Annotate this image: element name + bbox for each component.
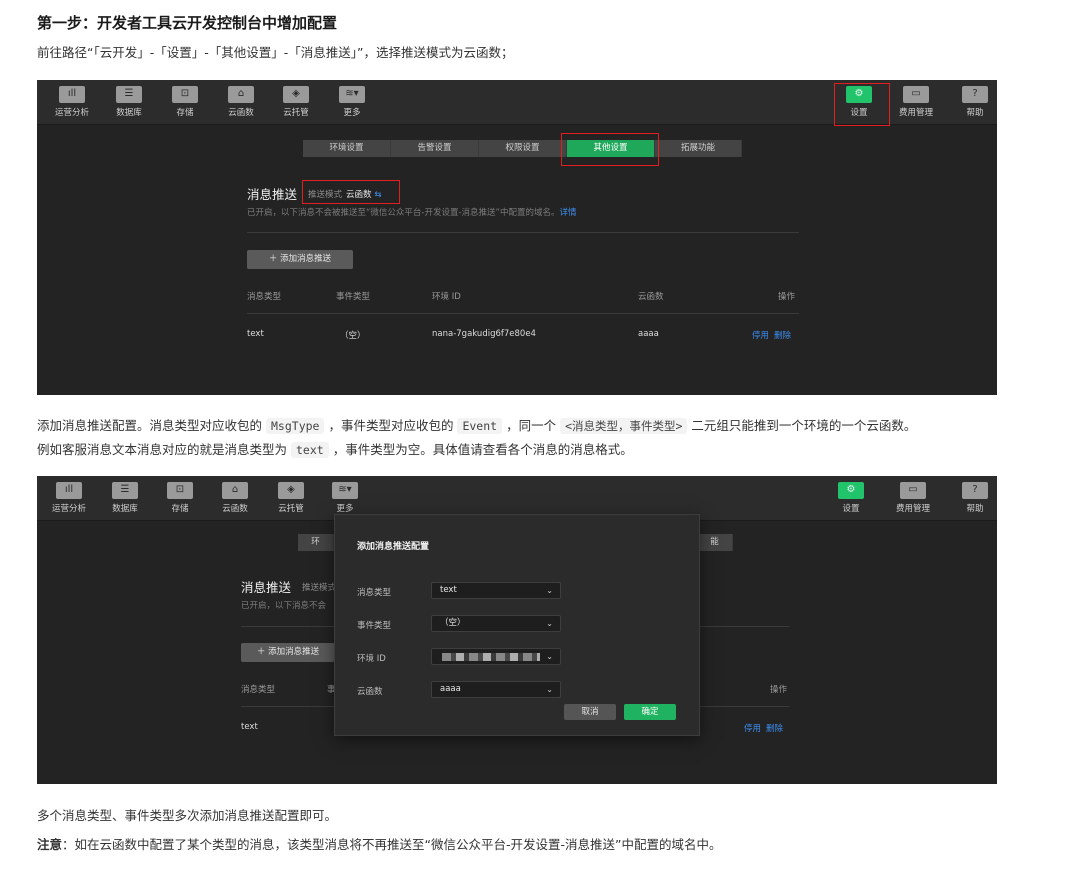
highlight-push-mode xyxy=(302,180,400,204)
nav-cloud-hosting[interactable]: ◈ 云托管 xyxy=(270,80,322,125)
row-actions: 停用 删除 xyxy=(747,329,791,341)
col-msg-type: 消息类型 xyxy=(241,685,276,695)
nav-settings[interactable]: ⚙ 设置 xyxy=(825,476,877,521)
chevron-down-icon: ⌄ xyxy=(546,619,553,628)
page-heading: 第一步：开发者工具云开发控制台中增加配置 xyxy=(37,14,338,32)
field-label-function: 云函数 xyxy=(357,687,383,697)
field-label-msg-type: 消息类型 xyxy=(357,588,392,598)
help-icon: ? xyxy=(962,86,988,103)
nav-database[interactable]: ☰ 数据库 xyxy=(103,80,155,125)
col-function: 云函数 xyxy=(638,292,664,302)
settings-tabs-right: 能 xyxy=(697,534,733,551)
nav-storage[interactable]: ⊡ 存储 xyxy=(154,476,206,521)
add-push-dialog: 添加消息推送配置 消息类型 text ⌄ 事件类型 （空） ⌄ 环境 ID ⌄ 云函… xyxy=(334,514,700,736)
chevron-down-icon: ⌄ xyxy=(546,652,553,661)
chart-icon: ıll xyxy=(59,86,85,103)
gear-icon: ⚙ xyxy=(838,482,864,499)
details-link[interactable]: 详情 xyxy=(559,208,576,218)
settings-tabs: 环 xyxy=(298,534,334,551)
col-msg-type: 消息类型 xyxy=(247,292,282,302)
nav-billing[interactable]: ▭ 费用管理 xyxy=(887,476,939,521)
tab-env[interactable]: 环 xyxy=(298,534,334,551)
cloud-function-icon: ⌂ xyxy=(222,482,248,499)
col-actions: 操作 xyxy=(778,292,796,302)
cell-function: aaaa xyxy=(638,329,659,339)
cancel-button[interactable]: 取消 xyxy=(564,704,616,720)
env-id-select[interactable]: ⌄ xyxy=(431,648,561,665)
section-title: 消息推送 xyxy=(241,580,292,595)
highlight-settings xyxy=(834,83,890,126)
layers-icon: ≋▾ xyxy=(332,482,358,499)
explain-line-2: 例如客服消息文本消息对应的就是消息类型为 text ，事件类型为空。具体值请查看… xyxy=(37,442,633,458)
console-settings-screen: ıll 运营分析 ☰ 数据库 ⊡ 存储 ⌂ 云函数 ◈ 云托管 ≋▾ 更多 ⚙ … xyxy=(37,80,997,395)
database-icon: ☰ xyxy=(116,86,142,103)
chevron-down-icon: ⌄ xyxy=(546,685,553,694)
tab-env[interactable]: 环境设置 xyxy=(303,140,391,157)
col-actions: 操作 xyxy=(770,685,788,695)
footer-paragraph: 多个消息类型、事件类型多次添加消息推送配置即可。 xyxy=(37,808,338,823)
msg-type-select[interactable]: text ⌄ xyxy=(431,582,561,599)
chart-icon: ıll xyxy=(56,482,82,499)
storage-icon: ⊡ xyxy=(167,482,193,499)
function-select[interactable]: aaaa ⌄ xyxy=(431,681,561,698)
divider xyxy=(247,232,799,233)
delete-link[interactable]: 删除 xyxy=(766,724,783,734)
redacted-value xyxy=(442,653,540,661)
tab-alarm[interactable]: 告警设置 xyxy=(391,140,479,157)
field-label-env-id: 环境 ID xyxy=(357,654,386,664)
col-event-type: 事件类型 xyxy=(336,292,371,302)
nav-more[interactable]: ≋▾ 更多 xyxy=(326,80,378,125)
chevron-down-icon: ⌄ xyxy=(546,586,553,595)
nav-storage[interactable]: ⊡ 存储 xyxy=(159,80,211,125)
nav-cloud-function[interactable]: ⌂ 云函数 xyxy=(209,476,261,521)
confirm-button[interactable]: 确定 xyxy=(624,704,676,720)
divider xyxy=(247,313,799,314)
nav-database[interactable]: ☰ 数据库 xyxy=(99,476,151,521)
delete-link[interactable]: 删除 xyxy=(774,331,791,341)
section-title: 消息推送 xyxy=(247,187,298,202)
nav-help[interactable]: ? 帮助 xyxy=(949,80,997,125)
console-modal-screen: ıll 运营分析 ☰ 数据库 ⊡ 存储 ⌂ 云函数 ◈ 云托管 ≋▾ 更多 ⚙ … xyxy=(37,476,997,784)
section-description: 已开启，以下消息不会 xyxy=(241,601,327,611)
add-push-button[interactable]: ＋ 添加消息推送 xyxy=(241,643,335,662)
highlight-other-tab xyxy=(561,133,659,166)
cloud-hosting-icon: ◈ xyxy=(278,482,304,499)
tab-extension[interactable]: 能 xyxy=(697,534,733,551)
disable-link[interactable]: 停用 xyxy=(744,724,761,734)
disable-link[interactable]: 停用 xyxy=(752,331,769,341)
explain-line-1: 添加消息推送配置。消息类型对应收包的 MsgType ，事件类型对应收包的 Ev… xyxy=(37,418,917,434)
dialog-title: 添加消息推送配置 xyxy=(357,542,430,552)
cell-msg-type: text xyxy=(247,329,264,339)
card-icon: ▭ xyxy=(903,86,929,103)
event-type-select[interactable]: （空） ⌄ xyxy=(431,615,561,632)
layers-icon: ≋▾ xyxy=(339,86,365,103)
nav-cloud-hosting[interactable]: ◈ 云托管 xyxy=(265,476,317,521)
tab-permission[interactable]: 权限设置 xyxy=(479,140,567,157)
database-icon: ☰ xyxy=(112,482,138,499)
add-push-button[interactable]: ＋ 添加消息推送 xyxy=(247,250,353,269)
settings-tabs: 环境设置 告警设置 权限设置 其他设置 拓展功能 xyxy=(303,140,742,157)
cloud-function-icon: ⌂ xyxy=(228,86,254,103)
field-label-event-type: 事件类型 xyxy=(357,621,392,631)
note-paragraph: 注意：如在云函数中配置了某个类型的消息，该类型消息将不再推送至“微信公众平台-开… xyxy=(37,837,722,852)
cloud-hosting-icon: ◈ xyxy=(283,86,309,103)
push-mode: 推送模式 xyxy=(302,583,337,593)
nav-cloud-function[interactable]: ⌂ 云函数 xyxy=(215,80,267,125)
help-icon: ? xyxy=(962,482,988,499)
cell-event-type: （空） xyxy=(340,331,366,341)
nav-analytics[interactable]: ıll 运营分析 xyxy=(46,80,98,125)
tab-extension[interactable]: 拓展功能 xyxy=(655,140,742,157)
section-description: 已开启，以下消息不会被推送至“微信公众平台-开发设置-消息推送”中配置的域名。详… xyxy=(247,208,577,218)
card-icon: ▭ xyxy=(900,482,926,499)
nav-billing[interactable]: ▭ 费用管理 xyxy=(890,80,942,125)
nav-help[interactable]: ? 帮助 xyxy=(949,476,997,521)
nav-analytics[interactable]: ıll 运营分析 xyxy=(43,476,95,521)
cell-env-id: nana-7gakudig6f7e80e4 xyxy=(432,329,536,339)
storage-icon: ⊡ xyxy=(172,86,198,103)
cell-msg-type: text xyxy=(241,722,258,732)
col-env-id: 环境 ID xyxy=(432,292,461,302)
intro-paragraph: 前往路径“「云开发」-「设置」-「其他设置」-「消息推送」”，选择推送模式为云函… xyxy=(37,45,514,60)
row-actions: 停用 删除 xyxy=(739,722,783,734)
